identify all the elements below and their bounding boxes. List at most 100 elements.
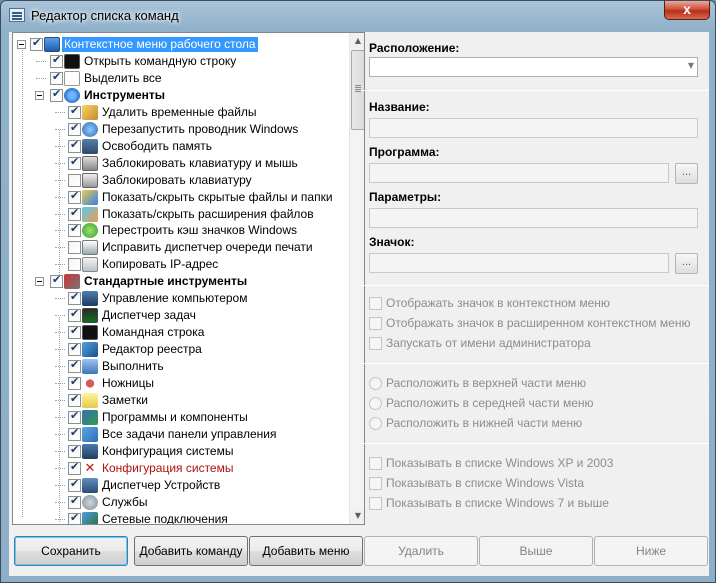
tree-item-checkbox[interactable] [50, 53, 63, 68]
radio-label: Расположить в верхней части меню [386, 376, 587, 390]
tree-item-checkbox[interactable] [68, 392, 81, 407]
tree-item[interactable]: Диспетчер задач [13, 307, 348, 324]
tree-item-checkbox[interactable] [68, 307, 81, 323]
tree-item-checkbox[interactable] [68, 477, 81, 492]
icon-browse-button[interactable]: ... [675, 253, 698, 274]
tree-item[interactable]: Контекстное меню рабочего стола [13, 36, 348, 53]
tree-item[interactable]: Перезапустить проводник Windows [13, 121, 348, 138]
add-menu-button[interactable]: Добавить меню [249, 536, 363, 566]
tree-item[interactable]: Заблокировать клавиатуру [13, 172, 348, 189]
checkbox-box[interactable] [369, 497, 382, 510]
radio-circle[interactable] [369, 397, 382, 410]
add-command-button[interactable]: Добавить команду [134, 536, 248, 566]
tree-item-checkbox[interactable] [68, 341, 81, 357]
tree-item[interactable]: Редактор реестра [13, 341, 348, 358]
command-tree[interactable]: Контекстное меню рабочего столаОткрыть к… [12, 32, 365, 525]
tree-item[interactable]: Конфигурация системы [13, 443, 348, 460]
tree-item[interactable]: Показать/скрыть расширения файлов [13, 206, 348, 223]
program-field[interactable] [369, 163, 669, 183]
tree-item-checkbox[interactable] [68, 494, 81, 509]
tree-item-checkbox[interactable] [68, 511, 81, 524]
tree-item[interactable]: Показать/скрыть скрытые файлы и папки [13, 189, 348, 206]
tree-item[interactable]: Стандартные инструменты [13, 273, 348, 290]
tree-connector [36, 77, 46, 79]
tree-item-label: Управление компьютером [102, 291, 248, 306]
tree-connector [55, 298, 65, 300]
tree-item[interactable]: Заблокировать клавиатуру и мышь [13, 155, 348, 172]
properties-panel: Расположение: ▼ Название: Программа: ...… [361, 32, 709, 525]
checkbox-box[interactable] [369, 477, 382, 490]
program-browse-button[interactable]: ... [675, 163, 698, 184]
tree-item[interactable]: Выполнить [13, 358, 348, 375]
tree-item-checkbox[interactable] [68, 443, 81, 458]
delete-button[interactable]: Удалить [364, 536, 478, 566]
checkbox-label: Отображать значок в контекстном меню [386, 296, 610, 310]
tree-item-checkbox[interactable] [68, 155, 81, 170]
tree-connector [55, 179, 65, 181]
tree-item[interactable]: Исправить диспетчер очереди печати [13, 239, 348, 256]
tree-item[interactable]: Перестроить кэш значков Windows [13, 222, 348, 239]
collapse-icon[interactable] [17, 40, 26, 49]
tree-item-checkbox[interactable] [68, 258, 81, 272]
title-bar[interactable]: Редактор списка команд x [1, 1, 715, 31]
tree-item[interactable]: ✕ Конфигурация системы [13, 460, 348, 477]
tree-item-checkbox[interactable] [68, 189, 81, 204]
tree-connector [55, 433, 65, 435]
tree-item-checkbox[interactable] [68, 375, 81, 390]
tree-item[interactable]: Удалить временные файлы [13, 104, 348, 121]
tree-item-checkbox[interactable] [68, 206, 81, 221]
tree-item-checkbox[interactable] [68, 121, 81, 136]
move-up-button[interactable]: Выше [479, 536, 593, 566]
tree-item-checkbox[interactable] [30, 36, 43, 51]
tree-item[interactable]: Программы и компоненты [13, 409, 348, 426]
tree-item-label: Удалить временные файлы [102, 104, 257, 119]
tree-item-checkbox[interactable] [50, 273, 63, 289]
tree-item[interactable]: Сетевые подключения [13, 511, 348, 524]
tree-item[interactable]: Копировать IP-адрес [13, 256, 348, 273]
tree-item[interactable]: Все задачи панели управления [13, 426, 348, 443]
tree-item-checkbox[interactable] [68, 222, 81, 238]
checkbox-box[interactable] [369, 337, 382, 350]
tree-item[interactable]: Инструменты [13, 87, 348, 104]
tree-item-checkbox[interactable] [68, 426, 81, 441]
tree-item-checkbox[interactable] [68, 290, 81, 306]
tree-item-checkbox[interactable] [68, 324, 81, 340]
tree-item-checkbox[interactable] [68, 104, 81, 119]
tree-item-checkbox[interactable] [68, 138, 81, 153]
tree-item-label: Исправить диспетчер очереди печати [102, 240, 313, 255]
tree-item[interactable]: Службы [13, 494, 348, 511]
checkbox-box[interactable] [369, 317, 382, 330]
tree-item-checkbox[interactable] [50, 70, 63, 85]
tree-item[interactable]: Ножницы [13, 375, 348, 392]
tree-item[interactable]: Управление компьютером [13, 290, 348, 307]
collapse-icon[interactable] [35, 277, 44, 287]
params-label: Параметры: [369, 190, 442, 204]
tree-item[interactable]: Открыть командную строку [13, 53, 348, 70]
close-button[interactable]: x [664, 1, 710, 20]
collapse-icon[interactable] [35, 90, 44, 100]
params-field[interactable] [369, 208, 698, 228]
page-icon [64, 70, 80, 86]
tree-item[interactable]: Диспетчер Устройств [13, 477, 348, 494]
tree-item-label: Показать/скрыть расширения файлов [102, 206, 314, 221]
tree-item-checkbox[interactable] [68, 358, 81, 374]
tree-item-checkbox[interactable] [68, 409, 81, 424]
tree-item-checkbox[interactable] [68, 173, 81, 187]
radio-circle[interactable] [369, 377, 382, 390]
icon-field[interactable] [369, 253, 669, 273]
tree-item-checkbox[interactable] [68, 460, 81, 475]
tree-item[interactable]: Выделить все [13, 70, 348, 87]
tree-item-checkbox[interactable] [50, 87, 63, 102]
save-button[interactable]: Сохранить [14, 536, 128, 566]
location-select[interactable]: ▼ [369, 57, 698, 77]
checkbox-box[interactable] [369, 457, 382, 470]
tree-item[interactable]: Заметки [13, 392, 348, 409]
error-x-icon: ✕ [84, 460, 96, 476]
tree-item[interactable]: Освободить память [13, 138, 348, 155]
radio-circle[interactable] [369, 417, 382, 430]
name-field[interactable] [369, 118, 698, 138]
checkbox-box[interactable] [369, 297, 382, 310]
tree-item-checkbox[interactable] [68, 241, 81, 255]
move-down-button[interactable]: Ниже [594, 536, 708, 566]
tree-item[interactable]: Командная строка [13, 324, 348, 341]
